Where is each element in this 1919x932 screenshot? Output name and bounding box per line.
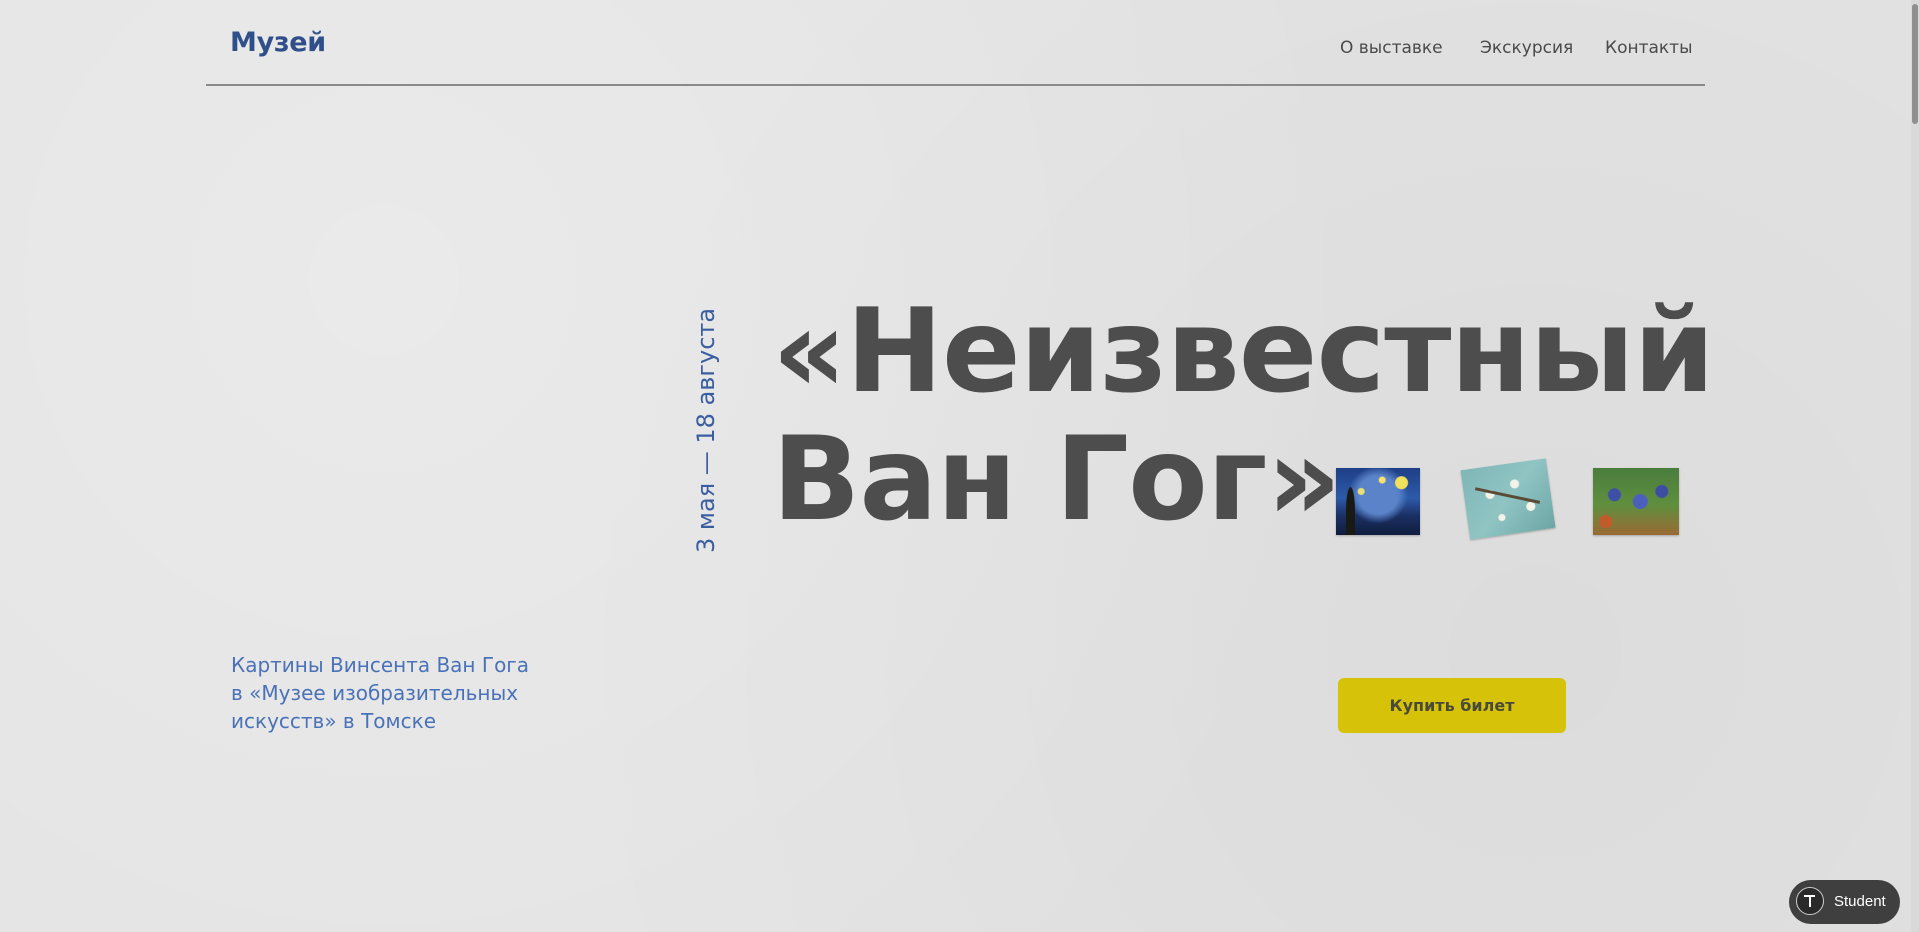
- hero-title-line2: Ван Гог»: [772, 412, 1341, 547]
- exhibition-dates: 3 мая — 18 августа: [692, 307, 720, 553]
- nav-link-excursion[interactable]: Экскурсия: [1480, 38, 1573, 58]
- description-line: Картины Винсента Ван Гога: [231, 653, 530, 677]
- nav-link-contacts[interactable]: Контакты: [1605, 38, 1693, 58]
- tilda-logo-icon: [1796, 887, 1824, 915]
- scrollbar-thumb[interactable]: [1912, 4, 1918, 124]
- exhibition-description: Картины Винсента Ван Гога в «Музее изобр…: [231, 651, 531, 735]
- student-badge-label: Student: [1834, 893, 1886, 910]
- site-header: Музей О выставке Экскурсия Контакты: [206, 0, 1705, 86]
- logo[interactable]: Музей: [230, 27, 326, 58]
- painting-thumbnail-almond-blossom[interactable]: [1460, 458, 1556, 540]
- hero-title-line1: «Неизвестный: [772, 284, 1715, 419]
- student-badge[interactable]: Student: [1789, 880, 1900, 924]
- page: Музей О выставке Экскурсия Контакты 3 ма…: [0, 0, 1919, 932]
- description-line: в «Музее изобразительных: [231, 681, 519, 705]
- nav-link-about-exhibition[interactable]: О выставке: [1340, 38, 1443, 58]
- hero-title: «Неизвестный Ван Гог»: [772, 288, 1715, 547]
- description-line: искусств» в Томске: [231, 709, 436, 733]
- painting-thumbnail-irises[interactable]: [1593, 468, 1679, 535]
- scrollbar[interactable]: [1911, 0, 1919, 932]
- painting-thumbnail-starry-night[interactable]: [1336, 468, 1420, 535]
- buy-ticket-button[interactable]: Купить билет: [1338, 678, 1566, 733]
